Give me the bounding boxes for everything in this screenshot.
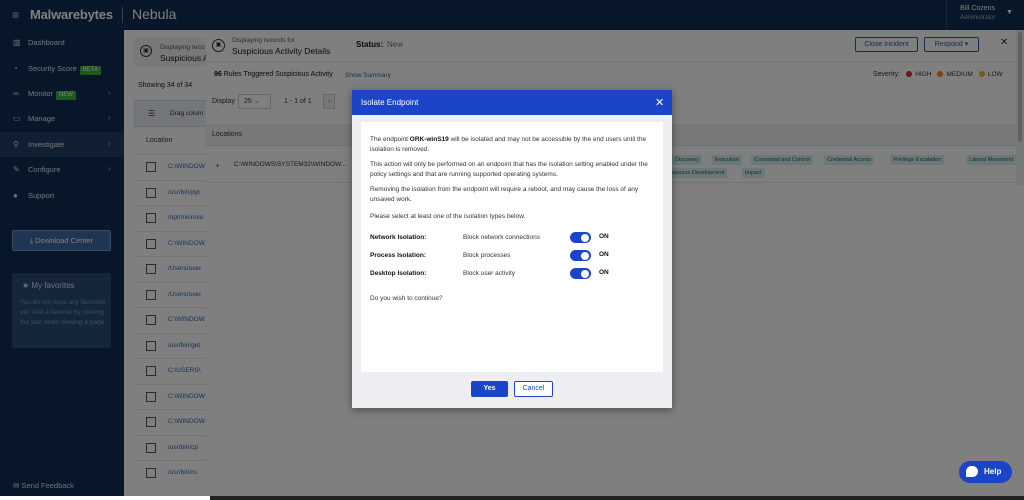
dialog-title: Isolate Endpoint	[361, 98, 419, 107]
isolation-toggle[interactable]	[570, 232, 591, 243]
toggle-state: ON	[599, 269, 609, 276]
cancel-button[interactable]: Cancel	[514, 381, 553, 397]
toggle-state: ON	[599, 233, 609, 240]
dialog-paragraph-4: Please select at least one of the isolat…	[370, 213, 526, 220]
toggle-state: ON	[599, 251, 609, 258]
toggle-knob	[581, 233, 589, 242]
isolation-toggle[interactable]	[570, 250, 591, 261]
isolation-label: Desktop Isolation:	[370, 270, 427, 277]
isolation-description: Block network connections	[463, 234, 540, 241]
isolation-description: Block processes	[463, 252, 511, 259]
yes-button[interactable]: Yes	[471, 381, 508, 397]
toggle-knob	[581, 269, 589, 278]
toggle-knob	[581, 251, 589, 260]
dialog-paragraph-2: This action will only be performed on an…	[370, 161, 648, 178]
isolation-label: Process Isolation:	[370, 252, 426, 259]
isolation-description: Block user activity	[463, 270, 516, 277]
dialog-paragraph-1: The endpoint ORK-winS19 will be isolated…	[370, 136, 647, 153]
chat-bubble-icon	[966, 466, 978, 477]
isolation-toggle[interactable]	[570, 268, 591, 279]
isolation-label: Network Isolation:	[370, 234, 427, 241]
dialog-question: Do you wish to continue?	[370, 295, 443, 302]
close-icon[interactable]: ✕	[655, 96, 664, 109]
bottom-strip-dark	[210, 496, 1024, 500]
dialog-paragraph-3: Removing the isolation from the endpoint…	[370, 186, 639, 203]
bottom-strip	[0, 496, 210, 500]
